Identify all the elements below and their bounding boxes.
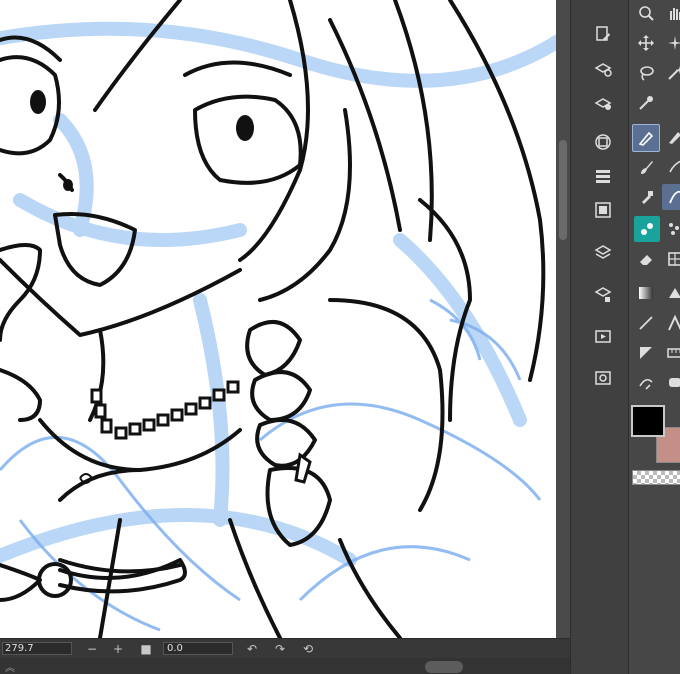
figure-icon[interactable]: [662, 280, 680, 306]
palette-dock: [570, 0, 629, 674]
layers-icon[interactable]: [591, 240, 615, 264]
decoration-icon[interactable]: [633, 184, 659, 210]
zoom-in-button[interactable]: +: [110, 641, 126, 657]
text-icon[interactable]: [662, 310, 680, 336]
balloon-icon[interactable]: [662, 370, 680, 396]
move-icon[interactable]: [633, 30, 659, 56]
dots-icon[interactable]: [662, 216, 680, 242]
page-settings-icon[interactable]: [591, 22, 615, 46]
zoom-value: 279.7: [5, 643, 34, 654]
sub-view-icon[interactable]: [591, 164, 615, 188]
blend-icon[interactable]: [662, 184, 680, 210]
navigator-icon[interactable]: [591, 130, 615, 154]
animation-icon[interactable]: [591, 324, 615, 348]
line-icon[interactable]: [633, 310, 659, 336]
vertical-scroll-thumb[interactable]: [559, 140, 567, 240]
brush-icon[interactable]: [633, 154, 659, 180]
vertical-scrollbar[interactable]: [556, 0, 570, 638]
artwork-sketch: [0, 0, 556, 638]
fill-icon[interactable]: [662, 246, 680, 272]
main-color-swatch[interactable]: [631, 405, 665, 437]
gradient-icon[interactable]: [633, 280, 659, 306]
transparent-color-swatch[interactable]: [632, 470, 680, 485]
horizontal-scroll-thumb[interactable]: [425, 661, 463, 673]
expand-chevron-icon[interactable]: ︽: [5, 659, 15, 674]
decoration-brush-icon[interactable]: [634, 216, 660, 242]
lasso-icon[interactable]: [633, 60, 659, 86]
hand-icon[interactable]: [662, 0, 680, 26]
rotate-right-icon[interactable]: ↷: [272, 641, 288, 657]
pencil-icon[interactable]: [662, 124, 680, 150]
preview-icon[interactable]: [591, 366, 615, 390]
auto-action-icon[interactable]: [591, 90, 615, 114]
correct-line-icon[interactable]: [633, 370, 659, 396]
sparkle-icon[interactable]: [662, 30, 680, 56]
canvas-status-bar: 279.7 − + ■ 0.0 ↶ ↷ ⟲: [0, 638, 570, 659]
eraser-icon[interactable]: [633, 246, 659, 272]
eyedropper-icon[interactable]: [633, 90, 659, 116]
zoom-icon[interactable]: [633, 0, 659, 26]
reset-rotation-icon[interactable]: ⟲: [300, 641, 316, 657]
ruler-icon[interactable]: [662, 340, 680, 366]
drawing-canvas[interactable]: [0, 0, 556, 638]
rotate-left-icon[interactable]: ↶: [244, 641, 260, 657]
horizontal-scrollbar[interactable]: ︽: [0, 658, 570, 674]
zoom-out-button[interactable]: −: [84, 641, 100, 657]
magic-wand-icon[interactable]: [662, 60, 680, 86]
frame-icon[interactable]: [633, 340, 659, 366]
material-icon[interactable]: [591, 282, 615, 306]
layer-props-icon[interactable]: [591, 56, 615, 80]
fit-view-button[interactable]: ■: [138, 641, 154, 657]
rotation-value: 0.0: [167, 643, 183, 654]
timeline-icon[interactable]: [591, 198, 615, 222]
pen-icon[interactable]: [632, 124, 660, 152]
airbrush-icon[interactable]: [662, 154, 680, 180]
